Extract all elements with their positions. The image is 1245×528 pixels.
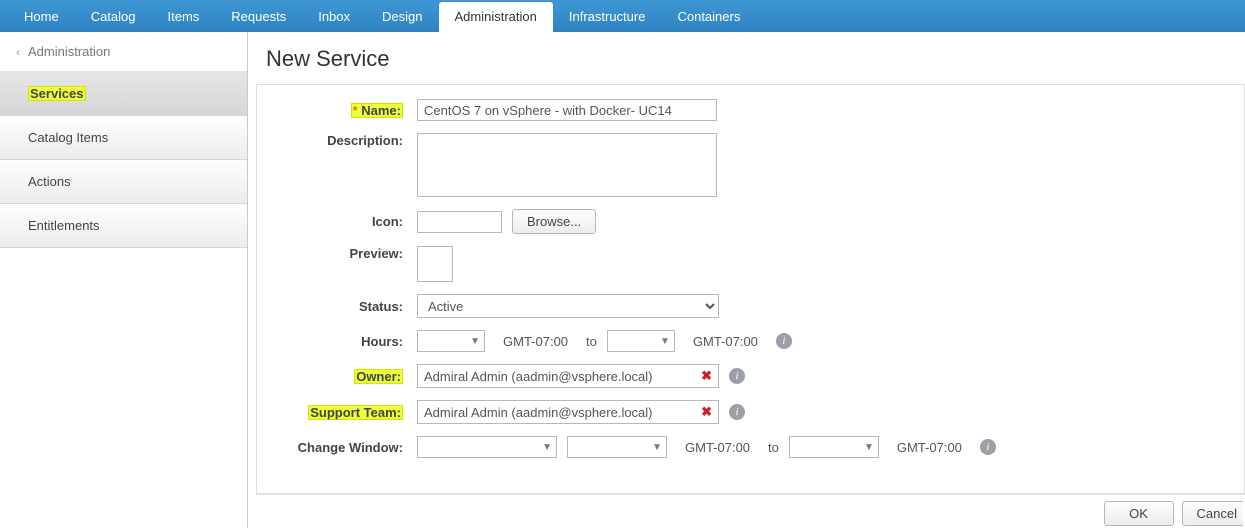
name-label: * Name: (277, 103, 407, 118)
form-panel: * Name: Description: Icon: Browse... Pre… (256, 84, 1245, 494)
hours-to-tz: GMT-07:00 (693, 334, 758, 349)
change-window-from-tz: GMT-07:00 (685, 440, 750, 455)
description-input[interactable] (417, 133, 717, 197)
change-window-to-word: to (768, 440, 779, 455)
cancel-button[interactable]: Cancel (1182, 501, 1243, 526)
icon-label: Icon: (277, 214, 407, 229)
chevron-down-icon: ▼ (660, 336, 670, 347)
change-window-from-input[interactable]: ▼ (567, 436, 667, 458)
owner-input[interactable]: Admiral Admin (aadmin@vsphere.local) ✖ (417, 364, 719, 388)
breadcrumb-label: Administration (28, 44, 110, 59)
owner-label: Owner: (277, 369, 407, 384)
owner-value: Admiral Admin (aadmin@vsphere.local) (424, 369, 653, 384)
name-input[interactable] (417, 99, 717, 121)
tab-infrastructure[interactable]: Infrastructure (553, 0, 662, 32)
support-team-input[interactable]: Admiral Admin (aadmin@vsphere.local) ✖ (417, 400, 719, 424)
tab-items[interactable]: Items (152, 0, 216, 32)
sidebar-item-catalog-items[interactable]: Catalog Items (0, 116, 247, 160)
sidebar: ‹ Administration Services Catalog Items … (0, 32, 248, 528)
info-icon[interactable]: i (729, 404, 745, 420)
tab-containers[interactable]: Containers (661, 0, 756, 32)
breadcrumb-back[interactable]: ‹ Administration (0, 32, 247, 72)
chevron-down-icon: ▼ (864, 442, 874, 453)
chevron-down-icon: ▼ (542, 442, 552, 453)
description-label: Description: (277, 133, 407, 148)
chevron-down-icon: ▼ (652, 442, 662, 453)
sidebar-item-entitlements[interactable]: Entitlements (0, 204, 247, 248)
footer-bar: OK Cancel (256, 494, 1245, 528)
tab-administration[interactable]: Administration (439, 2, 553, 32)
sidebar-item-services[interactable]: Services (0, 72, 247, 116)
status-label: Status: (277, 299, 407, 314)
hours-from-input[interactable]: ▼ (417, 330, 485, 352)
hours-from-tz: GMT-07:00 (503, 334, 568, 349)
tab-inbox[interactable]: Inbox (302, 0, 366, 32)
tab-design[interactable]: Design (366, 0, 438, 32)
change-window-label: Change Window: (277, 440, 407, 455)
icon-input[interactable] (417, 211, 502, 233)
change-window-to-input[interactable]: ▼ (789, 436, 879, 458)
page-title: New Service (248, 32, 1245, 84)
preview-box (417, 246, 453, 282)
info-icon[interactable]: i (729, 368, 745, 384)
ok-button[interactable]: OK (1104, 501, 1174, 526)
hours-to-input[interactable]: ▼ (607, 330, 675, 352)
top-nav: Home Catalog Items Requests Inbox Design… (0, 0, 1245, 32)
change-window-to-tz: GMT-07:00 (897, 440, 962, 455)
info-icon[interactable]: i (980, 439, 996, 455)
sidebar-item-label: Services (28, 86, 86, 101)
info-icon[interactable]: i (776, 333, 792, 349)
browse-button[interactable]: Browse... (512, 209, 596, 234)
tab-home[interactable]: Home (8, 0, 75, 32)
clear-owner-icon[interactable]: ✖ (701, 368, 712, 384)
support-team-value: Admiral Admin (aadmin@vsphere.local) (424, 405, 653, 420)
chevron-left-icon: ‹ (16, 45, 20, 59)
status-select[interactable]: Active (417, 294, 719, 318)
preview-label: Preview: (277, 246, 407, 261)
chevron-down-icon: ▼ (470, 336, 480, 347)
hours-to-word: to (586, 334, 597, 349)
main-content: New Service * Name: Description: Icon: B… (248, 32, 1245, 528)
hours-label: Hours: (277, 334, 407, 349)
sidebar-item-actions[interactable]: Actions (0, 160, 247, 204)
tab-requests[interactable]: Requests (215, 0, 302, 32)
tab-catalog[interactable]: Catalog (75, 0, 152, 32)
change-window-day-select[interactable]: ▼ (417, 436, 557, 458)
clear-support-team-icon[interactable]: ✖ (701, 404, 712, 420)
support-team-label: Support Team: (277, 405, 407, 420)
